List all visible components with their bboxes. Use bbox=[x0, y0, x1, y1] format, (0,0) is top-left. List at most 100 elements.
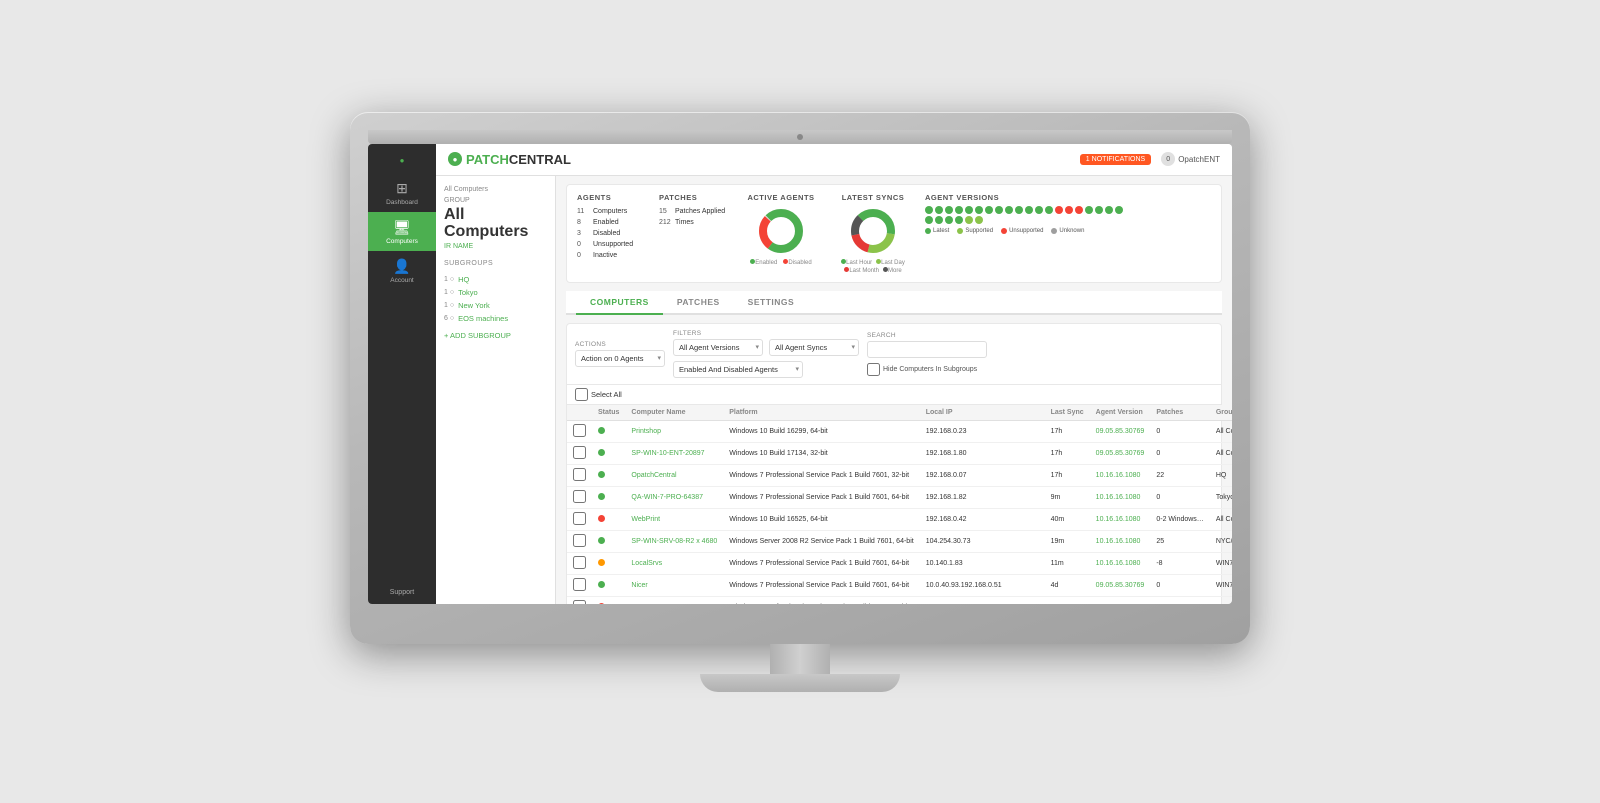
hide-subgroups-checkbox[interactable] bbox=[867, 363, 880, 376]
row-agent-version: 09.05.85.30769 bbox=[1090, 420, 1151, 442]
th-group: Group bbox=[1210, 405, 1232, 421]
row-agent-version: 10.16.16.1080 bbox=[1090, 508, 1151, 530]
row-sync: 9m bbox=[1045, 486, 1090, 508]
row-platform: Windows 7 Professional Service Pack 1 Bu… bbox=[723, 596, 919, 604]
row-agent-version: 10.16.16.1080 bbox=[1090, 596, 1151, 604]
table-row[interactable]: QA-WIN-7-PRO-64387 Windows 7 Professiona… bbox=[567, 486, 1232, 508]
agents-title: AGENTS bbox=[577, 193, 647, 202]
table-row[interactable]: Manager Windows 7 Professional Service P… bbox=[567, 596, 1232, 604]
row-status bbox=[592, 464, 625, 486]
row-patches: 0 bbox=[1150, 574, 1209, 596]
table-row[interactable]: SP-WIN-SRV-08-R2 x 4680 Windows Server 2… bbox=[567, 530, 1232, 552]
row-patches: 0 bbox=[1150, 486, 1209, 508]
tab-patches[interactable]: PATCHES bbox=[663, 291, 734, 315]
tab-computers[interactable]: COMPUTERS bbox=[576, 291, 663, 315]
row-sync: 17h bbox=[1045, 442, 1090, 464]
group-label: GROUP bbox=[444, 197, 547, 204]
stat-patches-applied: 15Patches Applied bbox=[659, 206, 729, 217]
row-agent-version: 09.05.85.30769 bbox=[1090, 574, 1151, 596]
version-dot bbox=[1095, 206, 1103, 214]
active-agents-title: ACTIVE AGENTS bbox=[747, 193, 814, 202]
sidebar-item-account[interactable]: 👤 Account bbox=[368, 251, 436, 290]
row-checkbox[interactable] bbox=[567, 486, 592, 508]
table-row[interactable]: LocalSrvs Windows 7 Professional Service… bbox=[567, 552, 1232, 574]
filter3-select[interactable]: Enabled And Disabled Agents bbox=[673, 361, 803, 378]
row-group: WIN7 bbox=[1210, 552, 1232, 574]
row-checkbox[interactable] bbox=[567, 552, 592, 574]
row-ip: 192.168.0.23 bbox=[920, 420, 1045, 442]
row-platform: Windows 7 Professional Service Pack 1 Bu… bbox=[723, 552, 919, 574]
stat-computers: 11Computers bbox=[577, 206, 647, 217]
patches-stats: PATCHES 15Patches Applied 212Times bbox=[659, 193, 729, 228]
row-checkbox[interactable] bbox=[567, 574, 592, 596]
select-all-label[interactable]: Select All bbox=[575, 388, 622, 401]
add-subgroup-button[interactable]: + ADD SUBGROUP bbox=[444, 331, 547, 340]
row-sync: 40m bbox=[1045, 508, 1090, 530]
version-dot bbox=[1105, 206, 1113, 214]
table-row[interactable]: SP-WIN-10-ENT-20897 Windows 10 Build 171… bbox=[567, 442, 1232, 464]
action-select[interactable]: Action on 0 Agents bbox=[575, 350, 665, 367]
page-title: All Computers bbox=[444, 206, 547, 241]
legend-latest: Latest bbox=[925, 228, 949, 234]
subgroup-newyork[interactable]: 1 ○ New York bbox=[444, 299, 547, 312]
row-ip: 192.168.0.750 bbox=[920, 596, 1045, 604]
latest-syncs-legend: Last Hour Last Day Last Month More bbox=[841, 259, 905, 274]
table-controls: ACTIONS Action on 0 Agents FI bbox=[567, 324, 1221, 385]
row-checkbox[interactable] bbox=[567, 420, 592, 442]
row-status bbox=[592, 530, 625, 552]
latest-syncs-chart: LATEST SYNCS bbox=[833, 193, 913, 274]
version-dot bbox=[1005, 206, 1013, 214]
row-checkbox[interactable] bbox=[567, 508, 592, 530]
th-patches: Patches bbox=[1150, 405, 1209, 421]
version-dot bbox=[1115, 206, 1123, 214]
agent-versions-section: AGENT VERSIONS bbox=[925, 193, 1211, 234]
row-sync: 17h bbox=[1045, 420, 1090, 442]
row-checkbox[interactable] bbox=[567, 530, 592, 552]
row-platform: Windows 7 Professional Service Pack 1 Bu… bbox=[723, 464, 919, 486]
tab-settings[interactable]: SETTINGS bbox=[734, 291, 809, 315]
row-sync: 17h bbox=[1045, 464, 1090, 486]
table-row[interactable]: Nicer Windows 7 Professional Service Pac… bbox=[567, 574, 1232, 596]
user-avatar: 0 bbox=[1161, 152, 1175, 166]
row-checkbox[interactable] bbox=[567, 596, 592, 604]
row-ip: 192.168.1.82 bbox=[920, 486, 1045, 508]
row-sync: 4d bbox=[1045, 574, 1090, 596]
monitor-frame: ● ⊞ Dashboard 🖥 Computers 👤 Account Sup bbox=[350, 112, 1250, 692]
support-link[interactable]: Support bbox=[390, 589, 415, 604]
stat-times: 212Times bbox=[659, 217, 729, 228]
agent-versions-title: AGENT VERSIONS bbox=[925, 193, 1211, 202]
row-group: All Computers bbox=[1210, 508, 1232, 530]
table-row[interactable]: OpatchCentral Windows 7 Professional Ser… bbox=[567, 464, 1232, 486]
subgroup-hq[interactable]: 1 ○ HQ bbox=[444, 273, 547, 286]
filter2-select[interactable]: All Agent Syncs bbox=[769, 339, 859, 356]
notifications-button[interactable]: 1 NOTIFICATIONS bbox=[1080, 154, 1151, 165]
filter1-select[interactable]: All Agent Versions bbox=[673, 339, 763, 356]
row-status bbox=[592, 486, 625, 508]
row-checkbox[interactable] bbox=[567, 442, 592, 464]
row-computer-name: Nicer bbox=[625, 574, 723, 596]
row-patches: 25 bbox=[1150, 530, 1209, 552]
subgroup-tokyo[interactable]: 1 ○ Tokyo bbox=[444, 286, 547, 299]
row-patches: -8 bbox=[1150, 552, 1209, 574]
sidebar-item-dashboard[interactable]: ⊞ Dashboard bbox=[368, 173, 436, 212]
select-all-checkbox[interactable] bbox=[575, 388, 588, 401]
row-sync: 19m bbox=[1045, 530, 1090, 552]
user-menu[interactable]: 0 OpatchENT bbox=[1161, 152, 1220, 166]
table-row[interactable]: Printshop Windows 10 Build 16299, 64-bit… bbox=[567, 420, 1232, 442]
version-dot bbox=[1065, 206, 1073, 214]
patches-title: PATCHES bbox=[659, 193, 729, 202]
row-group: NYC/DOMAIN bbox=[1210, 530, 1232, 552]
subgroup-eos[interactable]: 6 ○ EOS machines bbox=[444, 312, 547, 325]
search-input[interactable] bbox=[867, 341, 987, 358]
version-dot bbox=[995, 206, 1003, 214]
topbar: ● PATCH CENTRAL 1 NOTIFICATIONS 0 Opa bbox=[436, 144, 1232, 176]
filters-control: FILTERS All Agent Versions bbox=[673, 330, 859, 378]
sidebar-item-computers[interactable]: 🖥 Computers bbox=[368, 212, 436, 251]
row-checkbox[interactable] bbox=[567, 464, 592, 486]
row-computer-name: QA-WIN-7-PRO-64387 bbox=[625, 486, 723, 508]
row-status bbox=[592, 596, 625, 604]
select-all-row: Select All bbox=[567, 385, 1221, 405]
app-container: ● ⊞ Dashboard 🖥 Computers 👤 Account Sup bbox=[368, 144, 1232, 604]
table-row[interactable]: WebPrint Windows 10 Build 16525, 64-bit … bbox=[567, 508, 1232, 530]
active-agents-legend: Enabled Disabled bbox=[750, 259, 811, 266]
